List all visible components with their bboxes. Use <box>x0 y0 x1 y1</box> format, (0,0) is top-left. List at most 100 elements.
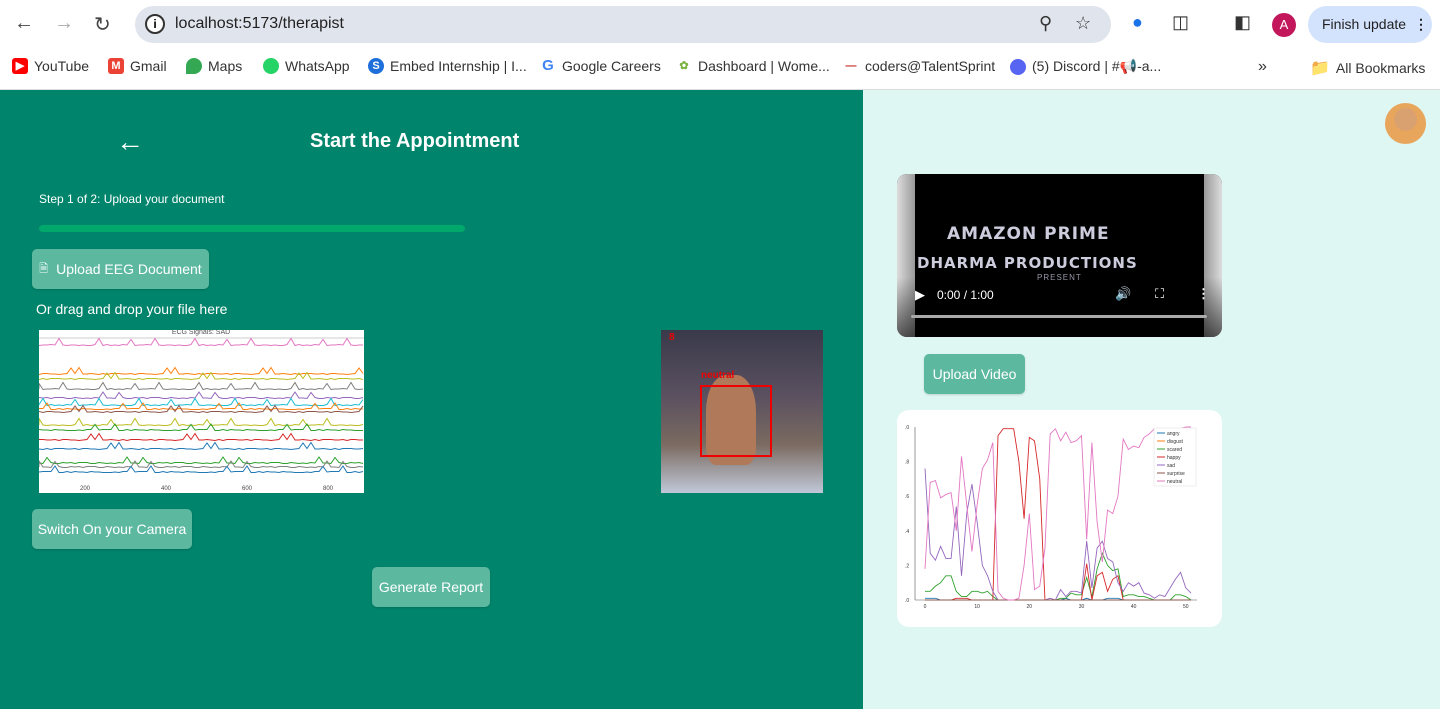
video-player[interactable]: AMAZON PRIME DHARMA PRODUCTIONS PRESENT … <box>897 174 1222 337</box>
x-tick-label: 40 <box>1131 604 1137 610</box>
video-menu-icon[interactable]: ⋮ <box>1197 286 1210 302</box>
bookmark-maps[interactable]: Maps <box>186 58 242 74</box>
dashboard-icon: ✿ <box>679 60 689 72</box>
url-text[interactable]: localhost:5173/therapist <box>175 15 344 33</box>
bookmark-youtube[interactable]: ▶ YouTube <box>12 58 89 74</box>
upload-eeg-button[interactable]: 🗎 Upload EEG Document <box>32 249 209 289</box>
step-text: Step 1 of 2: Upload your document <box>39 192 225 206</box>
eeg-x-tick: 600 <box>242 486 253 492</box>
switch-camera-button[interactable]: Switch On your Camera <box>32 509 192 549</box>
user-avatar[interactable] <box>1385 103 1426 144</box>
eeg-trace <box>38 456 364 465</box>
volume-icon[interactable]: 🔊 <box>1115 286 1131 302</box>
generate-report-button[interactable]: Generate Report <box>372 567 490 607</box>
x-tick-label: 0 <box>924 604 927 610</box>
more-bookmarks-icon[interactable]: » <box>1258 58 1267 76</box>
bookmark-whatsapp[interactable]: WhatsApp <box>263 58 350 74</box>
bookmark-discord[interactable]: (5) Discord | #📢-a... <box>1010 58 1161 75</box>
x-tick-label: 30 <box>1079 604 1085 610</box>
side-panel-icon[interactable]: ◧ <box>1234 12 1251 33</box>
google-icon: G <box>542 57 554 74</box>
video-controls-overlay <box>897 277 1222 337</box>
bookmark-gmail[interactable]: M Gmail <box>108 58 167 74</box>
finish-update-button[interactable]: Finish update ⋮ <box>1308 6 1432 43</box>
fullscreen-icon[interactable]: ⛶ <box>1155 286 1164 302</box>
video-frame-text: AMAZON PRIME <box>947 224 1110 244</box>
eeg-x-tick: 800 <box>323 486 334 492</box>
menu-dots-icon: ⋮ <box>1413 16 1428 32</box>
appointment-panel: ← Start the Appointment Step 1 of 2: Upl… <box>0 90 863 709</box>
zoom-icon[interactable]: ⚲ <box>1039 13 1052 34</box>
series-line-scared <box>925 552 1192 601</box>
youtube-icon: ▶ <box>12 58 28 74</box>
back-arrow-icon[interactable]: ← <box>116 126 144 158</box>
eeg-trace <box>38 391 364 400</box>
discord-icon <box>1010 58 1026 75</box>
video-seek-bar[interactable] <box>911 315 1207 318</box>
play-icon[interactable]: ▶ <box>915 287 925 303</box>
legend-label-happy: happy <box>1167 455 1181 461</box>
all-bookmarks[interactable]: 📁 All Bookmarks <box>1310 58 1425 78</box>
legend-label-angry: angry <box>1167 431 1180 437</box>
legend-label-scared: scared <box>1167 447 1182 453</box>
y-tick-label: .0 <box>905 425 909 431</box>
upload-video-button[interactable]: Upload Video <box>924 354 1025 394</box>
video-time: 0:00 / 1:00 <box>937 288 994 302</box>
y-tick-label: .8 <box>905 460 909 466</box>
file-upload-icon: 🗎 <box>39 262 49 275</box>
series-line-happy <box>925 428 1191 601</box>
drag-drop-text: Or drag and drop your file here <box>36 301 228 317</box>
x-tick-label: 20 <box>1027 604 1033 610</box>
y-tick-label: .6 <box>905 494 909 500</box>
emotion-chart: .0 .2 .4 .6 .8 .0 0 10 20 30 40 50 angry disgust scare… <box>905 425 1197 610</box>
y-tick-label: .4 <box>905 529 909 535</box>
legend-label-sad: sad <box>1167 463 1175 469</box>
eeg-trace <box>38 441 364 451</box>
bookmark-dashboard[interactable]: ✿ Dashboard | Wome... <box>676 58 829 74</box>
y-tick-label: .0 <box>905 598 909 604</box>
frame-counter: 8 <box>669 332 675 343</box>
eeg-x-tick: 400 <box>161 486 172 492</box>
profile-avatar[interactable]: A <box>1272 13 1296 37</box>
progress-bar <box>39 225 465 232</box>
progress-fill <box>39 225 465 232</box>
eeg-trace <box>38 337 363 347</box>
emotion-chart-card: .0 .2 .4 .6 .8 .0 0 10 20 30 40 50 angry disgust scare… <box>897 410 1222 627</box>
forward-arrow-icon[interactable]: → <box>54 12 74 35</box>
bookmark-talentsprint[interactable]: — coders@TalentSprint <box>843 58 996 74</box>
eeg-x-tick: 200 <box>80 486 91 492</box>
series-line-neutral <box>924 426 1191 601</box>
eeg-trace <box>38 432 363 442</box>
reload-icon[interactable]: ↻ <box>94 12 111 37</box>
bookmarks-bar: ▶ YouTube M Gmail Maps WhatsApp S Embed Int… <box>0 50 1440 90</box>
talentsprint-icon: — <box>845 60 857 72</box>
site-info-icon[interactable]: i <box>145 14 165 34</box>
eeg-trace <box>38 459 364 469</box>
whatsapp-icon <box>263 58 279 74</box>
address-bar[interactable]: i localhost:5173/therapist ⚲ ☆ <box>135 6 1111 43</box>
extensions-icon[interactable]: ◫ <box>1172 12 1189 33</box>
x-tick-label: 50 <box>1183 604 1189 610</box>
gmail-icon: M <box>108 58 124 74</box>
face-detection-box <box>700 385 772 457</box>
media-panel: AMAZON PRIME DHARMA PRODUCTIONS PRESENT … <box>863 90 1440 709</box>
eeg-trace <box>38 402 363 411</box>
docs-extension-icon[interactable]: ● <box>1132 12 1143 33</box>
back-arrow-icon[interactable]: ← <box>14 12 34 35</box>
eeg-trace <box>38 366 364 376</box>
browser-toolbar: ← → ↻ i localhost:5173/therapist ⚲ ☆ ● ◫… <box>0 0 1440 50</box>
video-frame-text: DHARMA PRODUCTIONS <box>917 254 1138 272</box>
eeg-trace <box>38 416 364 427</box>
eeg-signal-plot: ECG Signals: SAD 200 400 600 800 <box>38 329 364 493</box>
y-tick-label: .2 <box>905 563 909 569</box>
legend-label-disgust: disgust <box>1167 439 1183 445</box>
bookmark-embed[interactable]: S Embed Internship | I... <box>368 58 527 74</box>
maps-icon <box>186 58 202 74</box>
legend-label-neutral: neutral <box>1167 479 1182 485</box>
bookmark-google-careers[interactable]: G Google Careers <box>540 57 661 75</box>
folder-icon: 📁 <box>1310 60 1330 77</box>
star-icon[interactable]: ☆ <box>1075 13 1091 34</box>
embed-icon: S <box>368 58 384 74</box>
eeg-plot-title: ECG Signals: SAD <box>172 330 230 336</box>
eeg-trace <box>38 381 364 391</box>
